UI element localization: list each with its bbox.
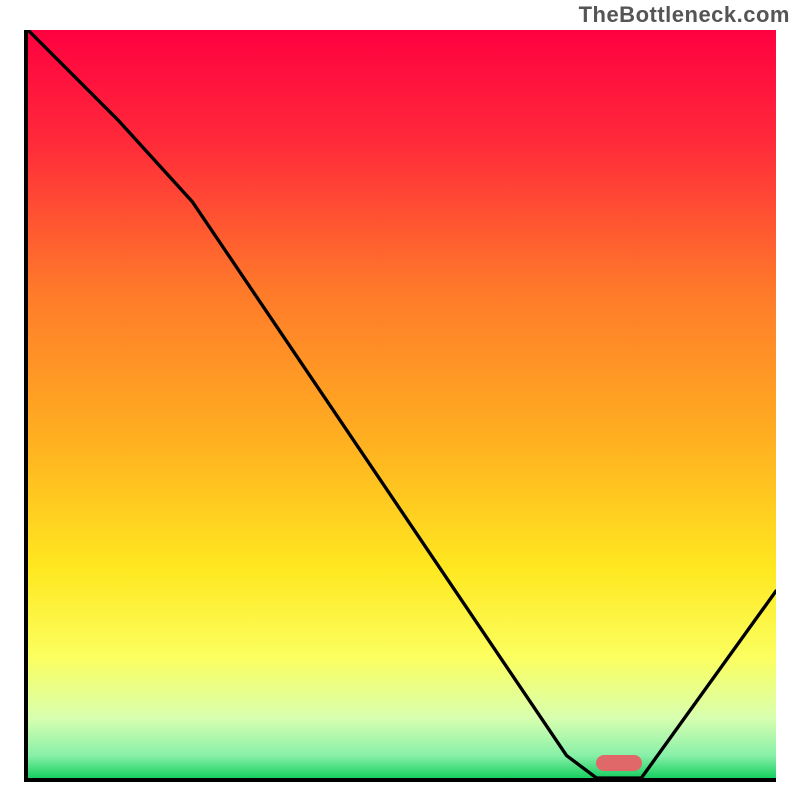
optimal-marker [596,755,642,771]
chart-root: TheBottleneck.com [0,0,800,800]
plot-area [24,30,776,782]
watermark-text: TheBottleneck.com [579,2,790,28]
curve-path [28,30,776,778]
bottleneck-curve [28,30,776,778]
